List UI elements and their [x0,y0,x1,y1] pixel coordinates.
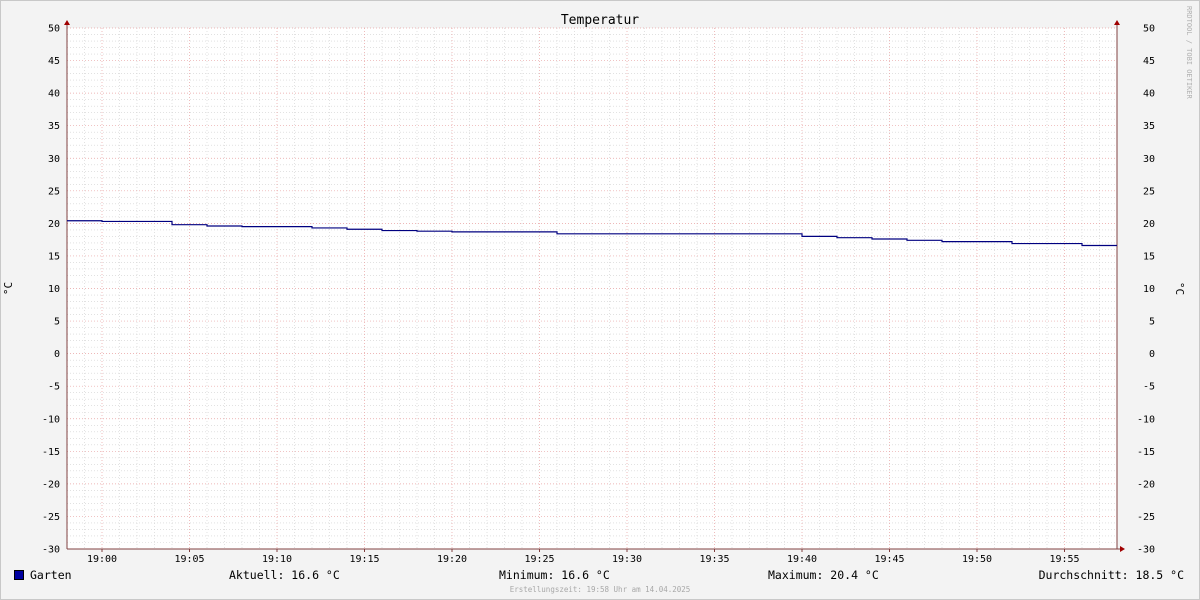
x-tick-label: 19:30 [612,554,642,565]
y-tick-label-right: -20 [1137,479,1155,490]
y-axis-label-right: °C [1173,282,1186,295]
y-tick-label-right: 20 [1143,219,1155,230]
y-tick-label-right: -30 [1137,545,1155,556]
legend-series-label: Garten [30,568,72,582]
legend-average: Durchschnitt: 18.5 °C [1038,568,1184,582]
creation-time-footer: Erstellungszeit: 19:58 Uhr am 14.04.2025 [509,585,691,594]
y-tick-label-right: 40 [1143,89,1155,100]
x-axis-arrow [1120,546,1125,552]
y-axis-left-arrow [64,20,70,25]
legend-row: Garten Aktuell: 16.6 °C Minimum: 16.6 °C… [0,568,1200,584]
x-tick-label: 19:05 [174,554,204,565]
x-tick-label: 19:00 [87,554,117,565]
x-tick-label: 19:20 [437,554,467,565]
y-tick-label-left: 45 [48,56,60,67]
y-tick-label-left: -25 [42,512,60,523]
y-tick-label-left: -10 [42,414,60,425]
y-tick-label-right: 45 [1143,56,1155,67]
y-tick-label-left: 15 [48,251,60,262]
y-tick-label-left: 20 [48,219,60,230]
y-tick-label-left: -30 [42,545,60,556]
y-tick-label-right: 25 [1143,186,1155,197]
y-tick-label-left: -5 [48,382,60,393]
y-tick-label-left: 10 [48,284,60,295]
y-tick-label-left: -15 [42,447,60,458]
temperature-chart: Temperatur °C °C RRDTOOL / TOBI OETIKER … [2,6,1193,565]
x-tick-label: 19:45 [874,554,904,565]
y-tick-label-right: -5 [1143,382,1155,393]
y-tick-label-right: -10 [1137,414,1155,425]
y-tick-label-right: 50 [1143,24,1155,35]
y-tick-label-right: 35 [1143,121,1155,132]
y-tick-label-right: 30 [1143,154,1155,165]
legend-minimum: Minimum: 16.6 °C [499,568,610,582]
y-tick-label-left: 5 [54,317,60,328]
y-tick-label-right: 15 [1143,251,1155,262]
x-tick-label: 19:25 [524,554,554,565]
y-tick-label-right: 5 [1149,317,1155,328]
y-axis-label-left: °C [2,282,15,295]
y-tick-label-right: 10 [1143,284,1155,295]
y-tick-label-left: 40 [48,89,60,100]
legend-maximum: Maximum: 20.4 °C [768,568,879,582]
y-tick-label-right: -25 [1137,512,1155,523]
rrdtool-watermark: RRDTOOL / TOBI OETIKER [1185,6,1193,100]
x-tick-label: 19:10 [262,554,292,565]
y-axis-right-arrow [1114,20,1120,25]
chart-title: Temperatur [561,13,639,28]
x-tick-label: 19:40 [787,554,817,565]
y-tick-label-left: 30 [48,154,60,165]
y-tick-label-left: 25 [48,186,60,197]
y-tick-label-left: 35 [48,121,60,132]
plot-layer: 50 5045 4540 4035 3530 3025 2520 2015 1510 105 50 0… [42,20,1155,565]
y-tick-label-left: 50 [48,24,60,35]
x-tick-label: 19:15 [349,554,379,565]
y-tick-label-left: 0 [54,349,60,360]
y-tick-label-left: -20 [42,479,60,490]
x-tick-label: 19:55 [1049,554,1079,565]
legend-current: Aktuell: 16.6 °C [229,568,340,582]
y-tick-label-right: 0 [1149,349,1155,360]
x-tick-label: 19:50 [962,554,992,565]
y-tick-label-right: -15 [1137,447,1155,458]
x-tick-label: 19:35 [699,554,729,565]
